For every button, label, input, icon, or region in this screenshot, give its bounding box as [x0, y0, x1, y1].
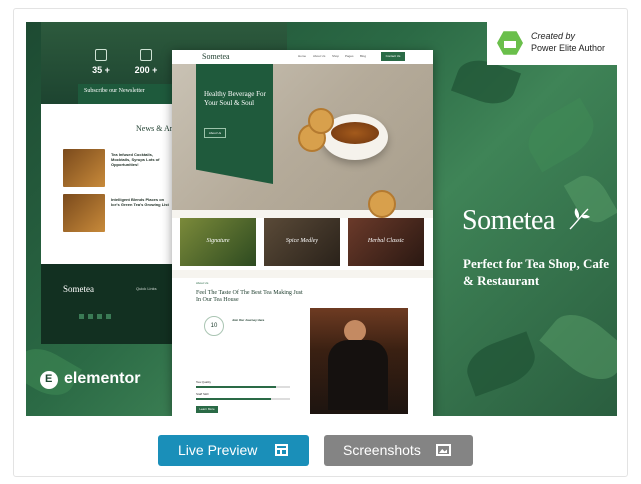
brand-title: Sometea — [462, 205, 555, 236]
join-title: Join Our Journey Here — [232, 318, 265, 322]
leaf-decoration — [519, 97, 603, 173]
about-tag: About Us — [196, 281, 209, 285]
screenshots-button[interactable]: Screenshots — [324, 435, 473, 466]
elementor-logo-icon — [40, 371, 58, 389]
social-icon — [97, 314, 102, 319]
plant-icon — [140, 49, 152, 61]
tea-sprig-icon — [569, 208, 590, 230]
years-ring: 10 — [204, 316, 224, 336]
hero-panel: Healthy Beverage For Your Soul & Soul Ab… — [196, 64, 273, 184]
about-button: Learn More — [196, 406, 218, 413]
newsletter-banner: Subscribe our Newsletter — [78, 84, 173, 104]
theme-preview-banner[interactable]: 35 + 200 + Subscribe our Newsletter News… — [26, 22, 617, 416]
progress-fill — [196, 398, 272, 400]
waffle-cookie — [308, 108, 334, 134]
nav-link: Home — [298, 54, 307, 58]
front-page-mockup: Sometea Home About Us Shop Pages Blog Co… — [172, 50, 433, 416]
nav-link: Blog — [360, 54, 367, 58]
social-icon — [79, 314, 84, 319]
bar-label: Tea Quality — [196, 380, 212, 384]
nav-link: About Us — [313, 54, 326, 58]
post-image — [63, 194, 105, 232]
stat-value: 35 + — [92, 65, 110, 75]
live-preview-label: Live Preview — [178, 442, 258, 458]
stat-item: 200 + — [126, 49, 166, 75]
hero-button: About Us — [204, 128, 226, 138]
mockup-logo: Sometea — [202, 52, 230, 61]
elementor-wordmark: elementor — [64, 370, 141, 387]
product-thumb: Herbal Classic — [348, 218, 424, 266]
product-thumb: Spice Medley — [264, 218, 340, 266]
screenshots-label: Screenshots — [343, 442, 421, 458]
footer-logo: Sometea — [63, 284, 94, 294]
nav-link: Pages — [345, 54, 354, 58]
power-elite-icon — [497, 31, 523, 55]
social-icon — [88, 314, 93, 319]
product-thumb: Signature — [180, 218, 256, 266]
post-title: Tea Infused Cocktails, Mocktails, Syrups… — [111, 152, 160, 167]
brand-tagline: Perfect for Tea Shop, Cafe & Restaurant — [463, 256, 609, 288]
author-badge: Created by Power Elite Author — [487, 22, 617, 65]
product-thumbs: Signature Spice Medley Herbal Classic — [172, 218, 433, 270]
leaf-decoration — [539, 302, 617, 392]
hero-image: Healthy Beverage For Your Soul & Soul Ab… — [172, 64, 433, 218]
post-title: Intelligent Blends Places on Ice's Green… — [111, 197, 169, 207]
image-icon — [436, 444, 451, 456]
waffle-cookie — [368, 190, 396, 218]
social-icon — [106, 314, 111, 319]
leaf-decoration — [460, 331, 542, 397]
nav-link: Shop — [332, 54, 340, 58]
badge-author-level: Power Elite Author — [531, 43, 606, 53]
about-title: Feel The Taste Of The Best Tea Making Ju… — [196, 290, 303, 303]
progress-bar — [196, 386, 290, 388]
live-preview-button[interactable]: Live Preview — [158, 435, 309, 466]
badge-created-by: Created by — [531, 31, 576, 41]
preview-icon — [275, 444, 288, 456]
leaf-icon — [95, 49, 107, 61]
footer-column: Quick Links — [136, 286, 157, 291]
hero-title: Healthy Beverage For Your Soul & Soul — [204, 90, 266, 107]
stat-item: 35 + — [81, 49, 121, 75]
post-image — [63, 149, 105, 187]
progress-bar — [196, 398, 290, 400]
bar-label: Staff Skill — [196, 392, 209, 396]
mockup-navbar: Sometea Home About Us Shop Pages Blog Co… — [172, 50, 433, 64]
nav-contact-button: Contact Us — [381, 52, 405, 61]
progress-fill — [196, 386, 276, 388]
about-section: About Us Feel The Taste Of The Best Tea … — [172, 278, 433, 416]
chef-photo — [310, 308, 408, 414]
stat-value: 200 + — [134, 65, 158, 75]
